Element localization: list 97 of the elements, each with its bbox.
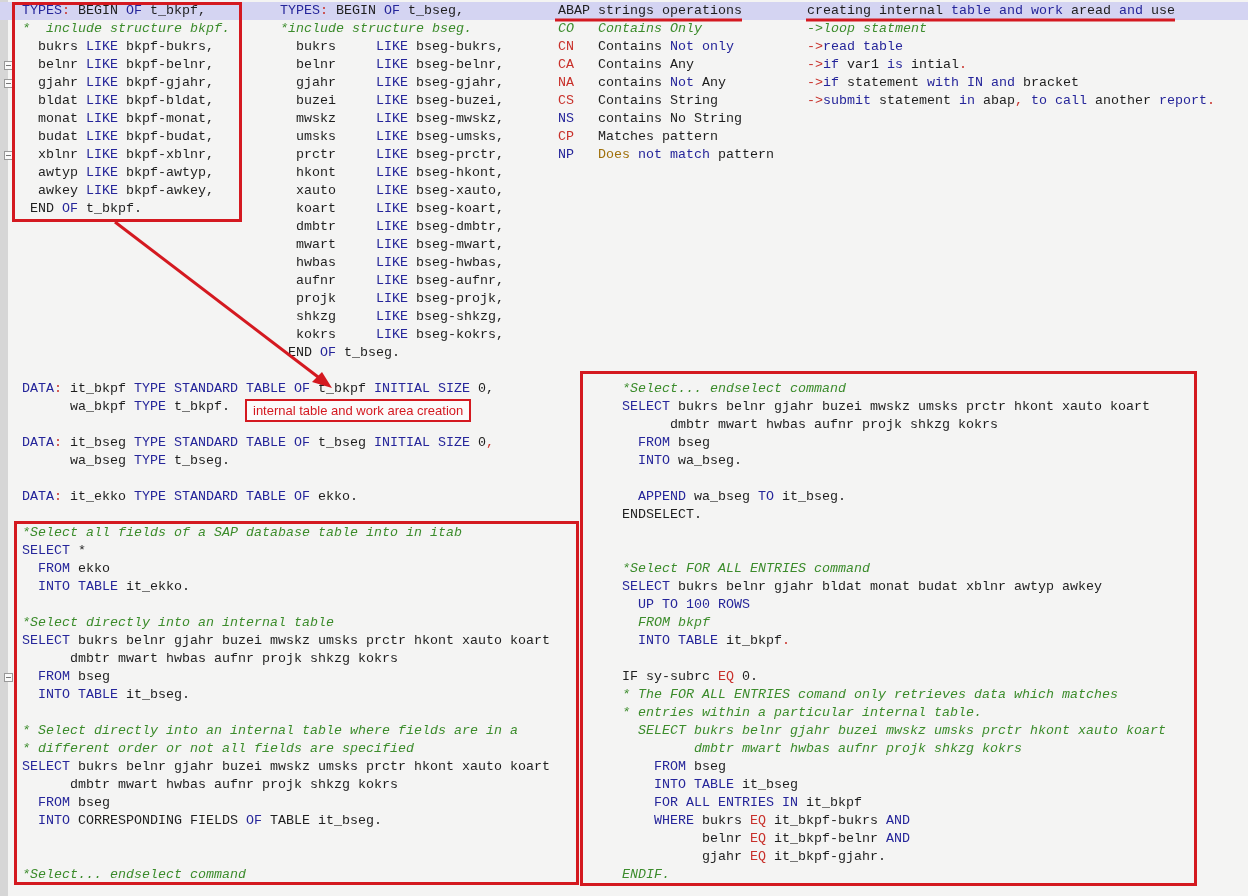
code-line: umsks LIKE bseg-umsks,	[295, 130, 504, 144]
code-line: dmbtr mwart hwbas aufnr projk shkzg kokrs	[69, 652, 398, 666]
code-line: CP Matches pattern	[558, 130, 718, 144]
code-line: dmbtr mwart hwbas aufnr projk shkzg kokrs	[69, 778, 398, 792]
code-line: aufnr LIKE bseg-aufnr,	[295, 274, 504, 288]
code-line: SELECT bukrs belnr gjahr bldat monat budat xblnr awtyp awkey	[622, 580, 1102, 594]
code-line: monat LIKE bkpf-monat,	[37, 112, 214, 126]
code-line: *Select FOR ALL ENTRIES command	[622, 562, 870, 576]
code-line: ABAP strings operations	[558, 4, 742, 18]
code-line: ->if statement with IN and bracket	[807, 76, 1079, 90]
code-line: INTO TABLE it_ekko.	[37, 580, 190, 594]
code-line: FROM bseg	[637, 436, 710, 450]
code-line: SELECT *	[22, 544, 86, 558]
code-line: FROM ekko	[37, 562, 110, 576]
code-line: koart LIKE bseg-koart,	[295, 202, 504, 216]
code-line: FROM bseg	[653, 760, 726, 774]
code-line: bldat LIKE bkpf-bldat,	[37, 94, 214, 108]
code-line: budat LIKE bkpf-budat,	[37, 130, 214, 144]
code-line: WHERE bukrs EQ it_bkpf-bukrs AND	[653, 814, 910, 828]
code-line: hwbas LIKE bseg-hwbas,	[295, 256, 504, 270]
code-line: *Select all fields of a SAP database table into in itab	[22, 526, 462, 540]
code-line: gjahr LIKE bkpf-gjahr,	[37, 76, 214, 90]
code-line: SELECT bukrs belnr gjahr buzei mwskz umsks prctr hkont xauto koart	[622, 400, 1150, 414]
code-line: INTO TABLE it_bkpf.	[637, 634, 790, 648]
code-line: IF sy-subrc EQ 0.	[622, 670, 758, 684]
code-line: APPEND wa_bseg TO it_bseg.	[637, 490, 846, 504]
code-line: SELECT bukrs belnr gjahr buzei mwskz umsks prctr hkont xauto koart	[22, 760, 550, 774]
code-line: bukrs LIKE bkpf-bukrs,	[37, 40, 214, 54]
code-line: gjahr LIKE bseg-gjahr,	[295, 76, 504, 90]
code-line: wa_bseg TYPE t_bseg.	[69, 454, 230, 468]
code-line: * different order or not all fields are specified	[22, 742, 414, 756]
fold-icon[interactable]	[3, 672, 13, 682]
code-line: FROM bseg	[37, 796, 110, 810]
code-line: * entries within a particular internal table.	[622, 706, 982, 720]
code-line: NS contains No String	[558, 112, 742, 126]
code-line: * The FOR ALL ENTRIES comand only retrieves data which matches	[622, 688, 1118, 702]
code-line: ENDSELECT.	[622, 508, 702, 522]
code-line: awkey LIKE bkpf-awkey,	[37, 184, 214, 198]
code-line: CN Contains Not only	[558, 40, 734, 54]
code-line: ENDIF.	[622, 868, 670, 882]
code-line: *Select... endselect command	[22, 868, 246, 882]
code-line: buzei LIKE bseg-buzei,	[295, 94, 504, 108]
code-line: hkont LIKE bseg-hkont,	[295, 166, 504, 180]
code-line: FROM bkpf	[637, 616, 710, 630]
code-line: UP TO 100 ROWS	[637, 598, 750, 612]
callout-label: internal table and work area creation	[245, 399, 472, 422]
code-line: SELECT bukrs belnr gjahr buzei mwskz umsks prctr hkont xauto koart	[637, 724, 1166, 738]
code-line: TYPES: BEGIN OF t_bseg,	[280, 4, 464, 18]
code-line: DATA: it_bkpf TYPE STANDARD TABLE OF t_bkpf INITIAL SIZE 0,	[22, 382, 494, 396]
code-line: NA contains Not Any	[558, 76, 726, 90]
code-line: belnr EQ it_bkpf-belnr AND	[700, 832, 910, 846]
code-line: kokrs LIKE bseg-kokrs,	[295, 328, 504, 342]
code-line: ->loop statment	[807, 22, 927, 36]
code-line: SELECT bukrs belnr gjahr buzei mwskz umsks prctr hkont xauto koart	[22, 634, 550, 648]
code-line: DATA: it_bseg TYPE STANDARD TABLE OF t_bseg INITIAL SIZE 0,	[22, 436, 494, 450]
code-line: prctr LIKE bseg-prctr,	[295, 148, 504, 162]
code-line: ->read table	[807, 40, 903, 54]
code-line: INTO wa_bseg.	[637, 454, 742, 468]
code-line: dmbtr mwart hwbas aufnr projk shkzg kokrs	[669, 418, 998, 432]
code-line: CO Contains Only	[558, 22, 702, 36]
code-line: xblnr LIKE bkpf-xblnr,	[37, 148, 214, 162]
code-line: *Select... endselect command	[622, 382, 846, 396]
code-line: *include structure bseg.	[280, 22, 472, 36]
code-line: ->if var1 is intial.	[807, 58, 967, 72]
code-line: creating internal table and work aread and use	[807, 4, 1175, 18]
code-line: DATA: it_ekko TYPE STANDARD TABLE OF ekko.	[22, 490, 358, 504]
code-line: NP Does not match pattern	[558, 148, 774, 162]
code-line: FOR ALL ENTRIES IN it_bkpf	[653, 796, 862, 810]
code-line: awtyp LIKE bkpf-awtyp,	[37, 166, 214, 180]
code-line: belnr LIKE bseg-belnr,	[295, 58, 504, 72]
code-line: END OF t_bseg.	[287, 346, 400, 360]
code-line: * Select directly into an internal table where fields are in a	[22, 724, 518, 738]
code-line: INTO CORRESPONDING FIELDS OF TABLE it_bseg.	[37, 814, 382, 828]
code-line: bukrs LIKE bseg-bukrs,	[295, 40, 504, 54]
code-line: wa_bkpf TYPE t_bkpf.	[69, 400, 230, 414]
code-line: mwskz LIKE bseg-mwskz,	[295, 112, 504, 126]
code-line: CS Contains String	[558, 94, 718, 108]
code-line: projk LIKE bseg-projk,	[295, 292, 504, 306]
code-line: TYPES: BEGIN OF t_bkpf,	[22, 4, 206, 18]
code-line: INTO TABLE it_bseg.	[37, 688, 190, 702]
fold-icon[interactable]	[3, 78, 13, 88]
fold-icon[interactable]	[3, 60, 13, 70]
code-line: *Select directly into an internal table	[22, 616, 334, 630]
code-line: END OF t_bkpf.	[29, 202, 142, 216]
fold-icon[interactable]	[3, 150, 13, 160]
code-line: dmbtr LIKE bseg-dmbtr,	[295, 220, 504, 234]
code-line: shkzg LIKE bseg-shkzg,	[295, 310, 504, 324]
code-line: mwart LIKE bseg-mwart,	[295, 238, 504, 252]
code-line: belnr LIKE bkpf-belnr,	[37, 58, 214, 72]
code-line: dmbtr mwart hwbas aufnr projk shkzg kokrs	[692, 742, 1022, 756]
code-line: FROM bseg	[37, 670, 110, 684]
code-line: CA Contains Any	[558, 58, 694, 72]
code-line: gjahr EQ it_bkpf-gjahr.	[700, 850, 886, 864]
code-line: xauto LIKE bseg-xauto,	[295, 184, 504, 198]
code-line: * include structure bkpf.	[22, 22, 230, 36]
code-line: INTO TABLE it_bseg	[653, 778, 798, 792]
code-line: ->submit statement in abap, to call another report.	[807, 94, 1215, 108]
